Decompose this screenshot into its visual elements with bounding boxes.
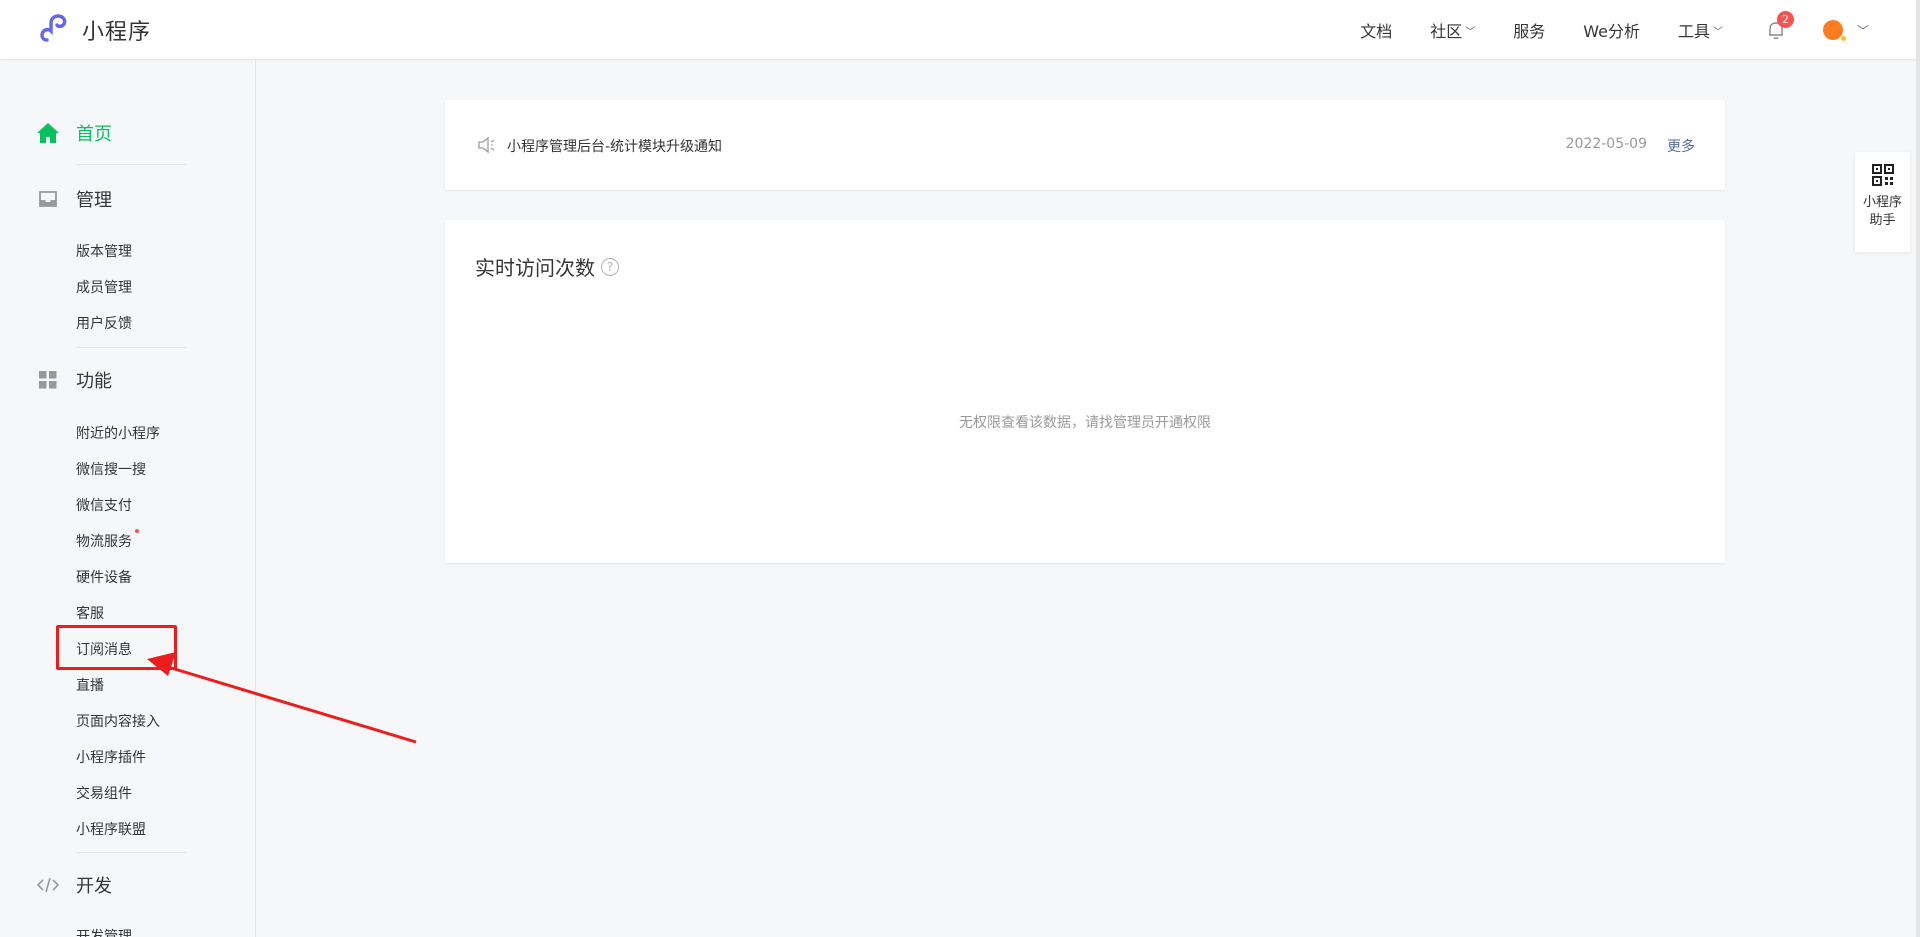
home-icon [36,121,60,145]
assistant-label: 小程序 助手 [1855,194,1910,230]
new-dot [135,529,139,533]
divider [76,852,186,853]
miniprogram-logo-icon [40,14,67,42]
sidebar-item-page-content[interactable]: 页面内容接入 [76,711,160,731]
divider [76,164,186,165]
notice-card: 小程序管理后台-统计模块升级通知 2022-05-09 更多 [445,100,1725,190]
nav-docs[interactable]: 文档 [1360,18,1392,42]
notice-date: 2022-05-09 [1565,136,1647,152]
sidebar-item-dev-management[interactable]: 开发管理 [76,926,132,937]
sidebar-item-home[interactable]: 首页 [36,120,112,146]
chevron-down-icon: ﹀ [1712,26,1723,38]
sidebar-item-version-management[interactable]: 版本管理 [76,241,132,261]
sidebar-item-alliance[interactable]: 小程序联盟 [76,819,146,839]
grid-icon [36,368,60,392]
realtime-title-text: 实时访问次数 [475,256,595,280]
notification-badge: 2 [1776,11,1794,28]
miniprogram-assistant[interactable]: 小程序 助手 [1855,152,1910,252]
sidebar-item-logistics[interactable]: 物流服务 [76,529,139,551]
help-icon[interactable]: ? [601,257,619,276]
logo[interactable]: 小程序 [38,13,151,46]
sidebar-item-plugins[interactable]: 小程序插件 [76,747,146,767]
avatar[interactable] [1822,20,1846,41]
assistant-label-line2: 助手 [1869,213,1896,228]
speaker-icon [478,136,495,154]
sidebar-item-logistics-label: 物流服务 [76,534,132,550]
notice-title[interactable]: 小程序管理后台-统计模块升级通知 [507,136,722,156]
sidebar-item-hardware[interactable]: 硬件设备 [76,567,132,587]
nav-community-label: 社区 [1430,22,1463,41]
realtime-visits-card: 实时访问次数 ? 无权限查看该数据，请找管理员开通权限 [445,220,1725,563]
sidebar-group-features-label: 功能 [76,371,112,392]
chevron-down-icon: ﹀ [1465,26,1476,38]
nav-tools[interactable]: 工具 ﹀ [1678,18,1723,42]
top-nav: 文档 社区 ﹀ 服务 We分析 工具 ﹀ 2 ﹀ [1360,0,1916,60]
nav-services-label: 服务 [1513,22,1546,41]
sidebar-group-features[interactable]: 功能 [36,367,112,393]
notification-button[interactable]: 2 [1765,11,1794,41]
qr-code-icon [1871,164,1894,186]
sidebar-group-manage[interactable]: 管理 [36,186,112,212]
sidebar-item-user-feedback[interactable]: 用户反馈 [76,313,132,333]
nav-we-analysis[interactable]: We分析 [1583,18,1640,42]
top-header: 小程序 文档 社区 ﹀ 服务 We分析 工具 ﹀ 2 ﹀ [0,0,1916,60]
sidebar-item-home-label: 首页 [76,124,112,145]
sidebar-item-live[interactable]: 直播 [76,675,104,695]
more-link[interactable]: 更多 [1667,136,1695,156]
sidebar-item-wechat-pay[interactable]: 微信支付 [76,495,132,515]
app-name: 小程序 [82,19,152,45]
scrollbar[interactable] [1916,0,1920,937]
sidebar-item-wechat-search[interactable]: 微信搜一搜 [76,459,146,479]
inbox-icon [36,187,60,211]
no-permission-message: 无权限查看该数据，请找管理员开通权限 [959,415,1211,431]
code-icon [36,873,60,897]
annotation-highlight-box [56,625,177,670]
nav-we-analysis-label: We分析 [1583,22,1640,41]
nav-tools-label: 工具 [1677,22,1710,41]
sidebar-group-manage-label: 管理 [76,190,112,211]
assistant-label-line1: 小程序 [1862,195,1902,210]
sidebar: 首页 管理 版本管理 成员管理 用户反馈 功能 附近的小程序 微信搜一搜 微信支… [0,60,256,937]
chevron-down-icon[interactable]: ﹀ [1857,22,1869,39]
sidebar-group-develop-label: 开发 [76,876,112,897]
nav-docs-label: 文档 [1360,22,1393,41]
sidebar-group-develop[interactable]: 开发 [36,872,112,898]
realtime-title: 实时访问次数 ? [475,252,619,281]
sidebar-item-nearby-miniprograms[interactable]: 附近的小程序 [76,423,160,443]
sidebar-item-customer-service[interactable]: 客服 [76,603,104,623]
divider [76,347,186,348]
nav-services[interactable]: 服务 [1513,18,1545,42]
sidebar-item-trade-components[interactable]: 交易组件 [76,783,132,803]
sidebar-item-member-management[interactable]: 成员管理 [76,277,132,297]
nav-community[interactable]: 社区 ﹀ [1430,18,1475,42]
